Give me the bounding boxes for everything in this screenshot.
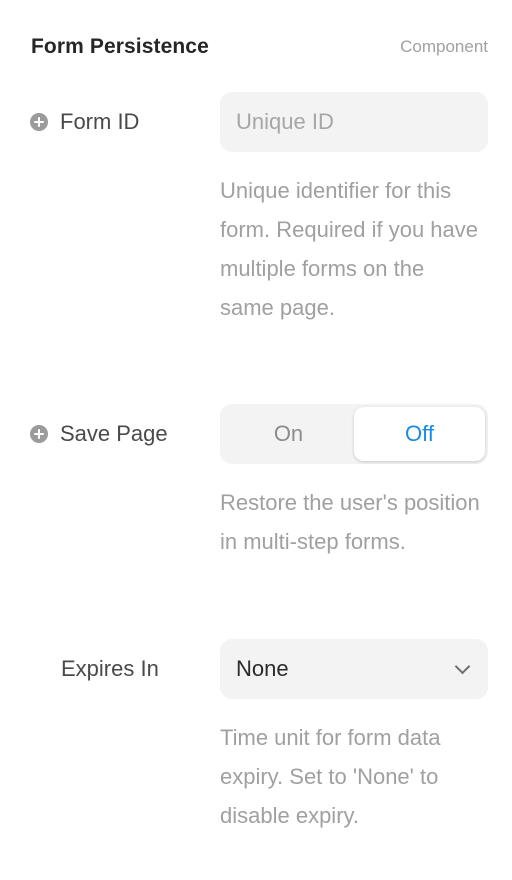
panel-header: Form Persistence Component bbox=[31, 30, 488, 64]
save-page-toggle: On Off bbox=[220, 404, 488, 464]
save-page-off-option[interactable]: Off bbox=[354, 407, 485, 461]
save-page-label[interactable]: Save Page bbox=[30, 418, 168, 450]
form-id-input-wrapper bbox=[220, 92, 488, 152]
expires-in-selected-value: None bbox=[236, 656, 289, 681]
expires-in-select[interactable]: None bbox=[220, 639, 488, 699]
form-id-help-text: Unique identifier for this form. Require… bbox=[220, 178, 479, 320]
save-page-label-text: Save Page bbox=[60, 421, 168, 446]
expires-in-label-text: Expires In bbox=[61, 656, 159, 681]
expires-in-label: Expires In bbox=[30, 653, 159, 685]
save-page-help-text: Restore the user's position in multi-ste… bbox=[220, 490, 480, 554]
plus-circle-icon[interactable] bbox=[30, 425, 48, 443]
plus-circle-icon[interactable] bbox=[30, 113, 48, 131]
form-id-input[interactable] bbox=[220, 92, 488, 152]
expires-in-help-text: Time unit for form data expiry. Set to '… bbox=[220, 725, 441, 828]
form-id-label-text: Form ID bbox=[60, 109, 140, 134]
chevron-down-icon bbox=[454, 658, 471, 674]
form-persistence-panel: Form Persistence Component Form ID Uniqu… bbox=[0, 0, 512, 880]
panel-title: Form Persistence bbox=[31, 35, 209, 58]
panel-subtitle: Component bbox=[400, 37, 488, 56]
form-id-label[interactable]: Form ID bbox=[30, 106, 139, 138]
save-page-on-option[interactable]: On bbox=[223, 407, 354, 461]
